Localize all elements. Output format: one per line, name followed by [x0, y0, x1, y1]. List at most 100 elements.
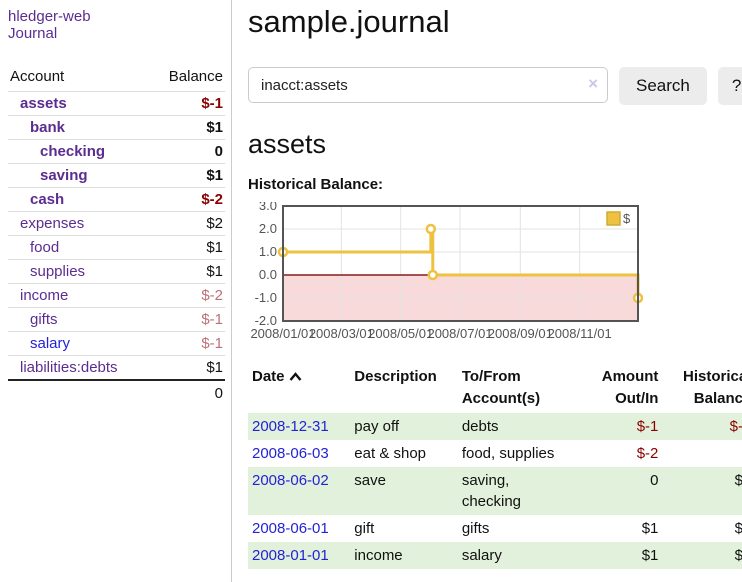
- main-content: sample.journal × Search ? assets Histori…: [232, 0, 742, 582]
- account-row: salary $-1: [8, 332, 225, 356]
- app-window: hledger-web Journal Account Balance asse…: [0, 0, 742, 582]
- chart-svg: $3.02.01.00.0-1.0-2.02008/01/012008/03/0…: [248, 202, 644, 345]
- help-button[interactable]: ?: [718, 67, 742, 105]
- transaction-date-link[interactable]: 2008-12-31: [252, 418, 329, 435]
- account-link-checking[interactable]: checking: [40, 143, 105, 160]
- account-link-assets[interactable]: assets: [20, 95, 67, 112]
- account-balance: $-1: [151, 92, 225, 116]
- account-row: expenses $2: [8, 212, 225, 236]
- svg-text:2008/03/01: 2008/03/01: [309, 326, 374, 341]
- account-balance: 0: [151, 140, 225, 164]
- chart-legend: $: [607, 211, 631, 226]
- accounts-header-account: Account: [8, 63, 151, 92]
- transaction-accounts: gifts: [458, 515, 594, 542]
- accounts-total-row: 0: [8, 380, 225, 406]
- account-link-bank[interactable]: bank: [30, 119, 65, 136]
- search-input[interactable]: [248, 67, 608, 103]
- sort-ascending-icon: [289, 372, 302, 382]
- transaction-row: 2008-06-03 eat & shopfood, supplies$-20: [248, 440, 742, 467]
- svg-text:2008/09/01: 2008/09/01: [488, 326, 553, 341]
- transaction-amount: $1: [594, 515, 663, 542]
- svg-text:2008/07/01: 2008/07/01: [427, 326, 492, 341]
- transaction-accounts: saving, checking: [458, 467, 594, 515]
- account-heading: assets: [248, 129, 742, 160]
- transaction-description: save: [350, 467, 458, 515]
- svg-text:2008/05/01: 2008/05/01: [368, 326, 433, 341]
- transaction-balance: $1: [662, 542, 742, 569]
- transaction-description: eat & shop: [350, 440, 458, 467]
- transaction-amount: 0: [594, 467, 663, 515]
- search-form: × Search ?: [248, 67, 742, 105]
- account-row: food $1: [8, 236, 225, 260]
- svg-text:2008/01/01: 2008/01/01: [250, 326, 315, 341]
- transaction-description: pay off: [350, 413, 458, 440]
- transaction-accounts: salary: [458, 542, 594, 569]
- historical-balance-chart: $3.02.01.00.0-1.0-2.02008/01/012008/03/0…: [248, 202, 742, 349]
- transaction-row: 2008-01-01incomesalary$1$1: [248, 542, 742, 569]
- account-row: cash $-2: [8, 188, 225, 212]
- accounts-header-balance: Balance: [151, 63, 225, 92]
- transaction-balance: $-1: [662, 413, 742, 440]
- page-title: sample.journal: [248, 4, 742, 40]
- account-balance: $2: [151, 212, 225, 236]
- svg-text:$: $: [623, 211, 631, 226]
- svg-text:1.0: 1.0: [259, 244, 277, 259]
- account-balance: $1: [151, 236, 225, 260]
- account-balance: $1: [151, 116, 225, 140]
- account-link-cash[interactable]: cash: [30, 191, 64, 208]
- register-header-tofrom: To/FromAccount(s): [458, 363, 594, 413]
- account-row: supplies$1: [8, 260, 225, 284]
- account-balance: $-1: [151, 308, 225, 332]
- account-balance: $1: [151, 164, 225, 188]
- clear-search-icon[interactable]: ×: [588, 74, 598, 94]
- transaction-row: 2008-06-02 savesaving, checking0$2: [248, 467, 742, 515]
- account-row: assets $-1: [8, 92, 225, 116]
- register-header-historical: HistoricalBalance: [662, 363, 742, 413]
- transaction-date-link[interactable]: 2008-06-01: [252, 520, 329, 537]
- svg-text:0.0: 0.0: [259, 267, 277, 282]
- account-link-gifts[interactable]: gifts: [30, 311, 58, 328]
- transaction-row: 2008-12-31pay offdebts$-1$-1: [248, 413, 742, 440]
- transaction-date-link[interactable]: 2008-06-03: [252, 445, 329, 462]
- transaction-balance: $2: [662, 467, 742, 515]
- accounts-table: Account Balance assets $-1 bank $1 checking 0…: [8, 63, 225, 406]
- transaction-date-link[interactable]: 2008-06-02: [252, 472, 329, 489]
- account-row: liabilities:debts $1: [8, 356, 225, 381]
- svg-text:3.0: 3.0: [259, 202, 277, 213]
- transaction-description: gift: [350, 515, 458, 542]
- account-link-saving[interactable]: saving: [40, 167, 88, 184]
- account-link-food[interactable]: food: [30, 239, 59, 256]
- account-link-income[interactable]: income: [20, 287, 68, 304]
- chart-title: Historical Balance:: [248, 176, 742, 193]
- search-button[interactable]: Search: [619, 67, 707, 105]
- register-header-description: Description: [350, 363, 458, 413]
- account-link-salary[interactable]: salary: [30, 335, 70, 352]
- transaction-row: 2008-06-01giftgifts$1$2: [248, 515, 742, 542]
- account-balance: $1: [151, 356, 225, 381]
- account-row: bank $1: [8, 116, 225, 140]
- svg-text:-1.0: -1.0: [255, 290, 277, 305]
- transaction-amount: $-2: [594, 440, 663, 467]
- account-link-supplies[interactable]: supplies: [30, 263, 85, 280]
- transaction-amount: $1: [594, 542, 663, 569]
- sidebar-item-journal[interactable]: Journal: [8, 25, 225, 42]
- brand-link[interactable]: hledger-web: [8, 8, 91, 25]
- transaction-accounts: debts: [458, 413, 594, 440]
- account-link-expenses[interactable]: expenses: [20, 215, 84, 232]
- account-balance: $-2: [151, 188, 225, 212]
- svg-text:2.0: 2.0: [259, 221, 277, 236]
- transaction-balance: 0: [662, 440, 742, 467]
- account-balance: $-2: [151, 284, 225, 308]
- account-link-liabilities-debts[interactable]: liabilities:debts: [20, 359, 118, 376]
- svg-text:2008/11/01: 2008/11/01: [548, 326, 612, 341]
- transaction-accounts: food, supplies: [458, 440, 594, 467]
- transaction-date-link[interactable]: 2008-01-01: [252, 547, 329, 564]
- sidebar: hledger-web Journal Account Balance asse…: [0, 0, 232, 582]
- transaction-description: income: [350, 542, 458, 569]
- account-row: saving $1: [8, 164, 225, 188]
- account-row: gifts $-1: [8, 308, 225, 332]
- register-header-date[interactable]: Date: [248, 363, 350, 413]
- register-header-amount: AmountOut/In: [594, 363, 663, 413]
- register-table: DateDescriptionTo/FromAccount(s)AmountOu…: [248, 363, 742, 569]
- account-balance: $-1: [151, 332, 225, 356]
